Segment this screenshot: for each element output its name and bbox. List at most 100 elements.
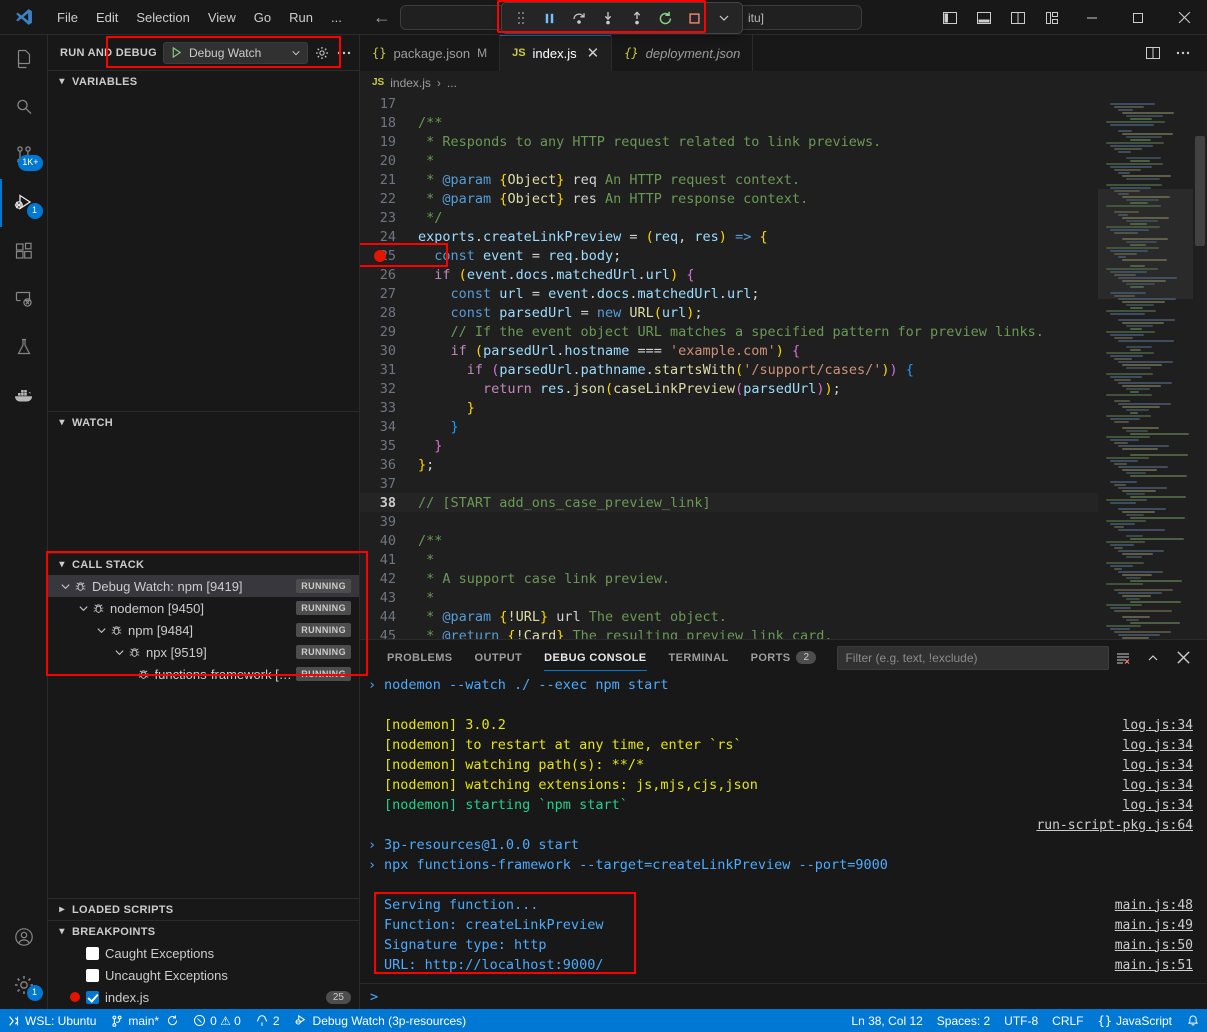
breadcrumb-file[interactable]: index.js	[390, 76, 431, 90]
editor-more-actions-icon[interactable]	[1169, 39, 1197, 67]
code-line[interactable]: 27 const url = event.docs.matchedUrl.url…	[360, 284, 1098, 303]
chevron-down-icon[interactable]	[114, 647, 125, 658]
breakpoint-checkbox[interactable]	[86, 991, 99, 1004]
code-line[interactable]: 33 }	[360, 398, 1098, 417]
gear-icon[interactable]: 1	[0, 961, 48, 1009]
breakpoints-section-header[interactable]: ▾ BREAKPOINTS	[48, 920, 359, 942]
status-git-branch[interactable]: main*	[103, 1009, 186, 1032]
console-source-link[interactable]: log.js:34	[1123, 798, 1193, 813]
activity-bar-bottom[interactable]: 1	[0, 913, 48, 1009]
code-line[interactable]: 18/**	[360, 113, 1098, 132]
breakpoint-marker-icon[interactable]	[374, 250, 386, 262]
code-line[interactable]: 31 if (parsedUrl.pathname.startsWith('/s…	[360, 360, 1098, 379]
code-line[interactable]: 37	[360, 474, 1098, 493]
menu-more[interactable]: ...	[322, 6, 351, 29]
editor-tab-actions[interactable]	[1139, 35, 1207, 71]
window-actions[interactable]	[933, 0, 1207, 35]
sidebar-item-search[interactable]	[0, 83, 48, 131]
code-line[interactable]: 21 * @param {Object} req An HTTP request…	[360, 170, 1098, 189]
status-notifications[interactable]	[1179, 1009, 1207, 1032]
editor-tab[interactable]: {}deployment.json	[612, 35, 753, 71]
loaded-scripts-section-header[interactable]: ▸ LOADED SCRIPTS	[48, 898, 359, 920]
status-debug-session[interactable]: Debug Watch (3p-resources)	[287, 1009, 474, 1032]
sidebar-item-source-control[interactable]: 1K+	[0, 131, 48, 179]
editor-tab[interactable]: JSindex.js✕	[500, 35, 612, 71]
breakpoint-row[interactable]: Caught Exceptions	[48, 942, 359, 964]
code-line[interactable]: 36};	[360, 455, 1098, 474]
debug-toolbar[interactable]	[501, 2, 743, 34]
debug-console-input[interactable]: >	[360, 983, 1207, 1009]
menu-go[interactable]: Go	[245, 6, 280, 29]
scrollbar-thumb[interactable]	[1195, 136, 1205, 246]
console-source-link[interactable]: run-script-pkg.js:64	[1036, 818, 1193, 833]
breakpoint-row[interactable]: Uncaught Exceptions	[48, 964, 359, 986]
editor-tab-list[interactable]: {}package.jsonMJSindex.js✕{}deployment.j…	[360, 35, 753, 71]
launch-configuration-select[interactable]: Debug Watch	[163, 42, 308, 64]
console-source-link[interactable]: main.js:49	[1115, 918, 1193, 933]
status-bar[interactable]: WSL: Ubuntu main* 0 ⚠ 0 2 Debug Watch (3…	[0, 1009, 1207, 1032]
status-encoding[interactable]: UTF-8	[997, 1009, 1045, 1032]
status-editor-position[interactable]: Ln 38, Col 12	[844, 1009, 929, 1032]
start-debugging-icon[interactable]	[170, 46, 183, 59]
code-line[interactable]: 42 * A support case link preview.	[360, 569, 1098, 588]
status-ports[interactable]: 2	[248, 1009, 287, 1032]
breadcrumb[interactable]: JS index.js › ...	[360, 71, 1207, 94]
arrow-left-icon[interactable]: ←	[373, 8, 391, 26]
editor-scrollbar[interactable]	[1193, 94, 1207, 639]
close-button[interactable]	[1161, 0, 1207, 35]
menu-run[interactable]: Run	[280, 6, 322, 29]
sidebar-item-run-and-debug[interactable]: 1	[0, 179, 48, 227]
sidebar-item-testing[interactable]	[0, 323, 48, 371]
close-icon[interactable]: ✕	[587, 46, 600, 61]
close-panel-icon[interactable]	[1169, 644, 1197, 672]
panel-tab-list[interactable]: PROBLEMSOUTPUTDEBUG CONSOLETERMINALPORTS…	[376, 640, 827, 675]
code-lines[interactable]: 1718/**19 * Responds to any HTTP request…	[360, 94, 1098, 639]
code-line[interactable]: 28 const parsedUrl = new URL(url);	[360, 303, 1098, 322]
step-into-button[interactable]	[594, 5, 621, 31]
customize-layout-icon[interactable]	[1035, 0, 1069, 35]
code-line[interactable]: 39	[360, 512, 1098, 531]
menu-file[interactable]: File	[48, 6, 87, 29]
status-remote-indicator[interactable]: WSL: Ubuntu	[0, 1009, 103, 1032]
call-stack-row[interactable]: Debug Watch: npm [9419]RUNNING	[48, 575, 359, 597]
breakpoints-list[interactable]: Caught ExceptionsUncaught Exceptionsinde…	[48, 942, 359, 1008]
watch-section-header[interactable]: ▾ WATCH	[48, 411, 359, 433]
breakpoint-checkbox[interactable]	[86, 969, 99, 982]
chevron-down-icon[interactable]	[78, 603, 89, 614]
step-over-button[interactable]	[565, 5, 592, 31]
pause-button[interactable]	[536, 5, 563, 31]
call-stack-row[interactable]: nodemon [9450]RUNNING	[48, 597, 359, 619]
chevron-down-icon[interactable]	[96, 625, 107, 636]
menu-edit[interactable]: Edit	[87, 6, 127, 29]
status-eol[interactable]: CRLF	[1045, 1009, 1090, 1032]
code-line[interactable]: 43 *	[360, 588, 1098, 607]
debug-settings-gear-icon[interactable]	[314, 45, 330, 61]
code-line[interactable]: 30 if (parsedUrl.hostname === 'example.c…	[360, 341, 1098, 360]
code-line[interactable]: 26 if (event.docs.matchedUrl.url) {	[360, 265, 1098, 284]
menu-bar[interactable]: File Edit Selection View Go Run ...	[48, 6, 351, 29]
panel-tab[interactable]: DEBUG CONSOLE	[533, 640, 657, 675]
editor-tab[interactable]: {}package.jsonM	[360, 35, 500, 71]
chevron-down-icon[interactable]	[60, 581, 71, 592]
console-source-link[interactable]: log.js:34	[1123, 738, 1193, 753]
sidebar-more-actions-icon[interactable]	[336, 45, 352, 61]
code-line[interactable]: 38// [START add_ons_case_preview_link]	[360, 493, 1098, 512]
status-bar-right[interactable]: Ln 38, Col 12 Spaces: 2 UTF-8 CRLF {} Ja…	[844, 1009, 1207, 1032]
status-indentation[interactable]: Spaces: 2	[930, 1009, 997, 1032]
menu-view[interactable]: View	[199, 6, 245, 29]
chevron-up-icon[interactable]	[1139, 644, 1167, 672]
editor-tabs[interactable]: {}package.jsonMJSindex.js✕{}deployment.j…	[360, 35, 1207, 71]
toggle-secondary-sidebar-icon[interactable]	[1001, 0, 1035, 35]
sidebar-item-extensions[interactable]	[0, 227, 48, 275]
chevron-down-icon[interactable]	[710, 5, 737, 31]
code-editor[interactable]: 1718/**19 * Responds to any HTTP request…	[360, 94, 1207, 639]
drag-handle[interactable]	[507, 5, 534, 31]
breadcrumb-symbol[interactable]: ...	[447, 76, 457, 90]
code-line[interactable]: 22 * @param {Object} res An HTTP respons…	[360, 189, 1098, 208]
restart-button[interactable]	[652, 5, 679, 31]
code-line[interactable]: 23 */	[360, 208, 1098, 227]
call-stack-row[interactable]: npm [9484]RUNNING	[48, 619, 359, 641]
toggle-panel-icon[interactable]	[967, 0, 1001, 35]
minimap[interactable]	[1098, 94, 1193, 639]
toggle-primary-sidebar-icon[interactable]	[933, 0, 967, 35]
